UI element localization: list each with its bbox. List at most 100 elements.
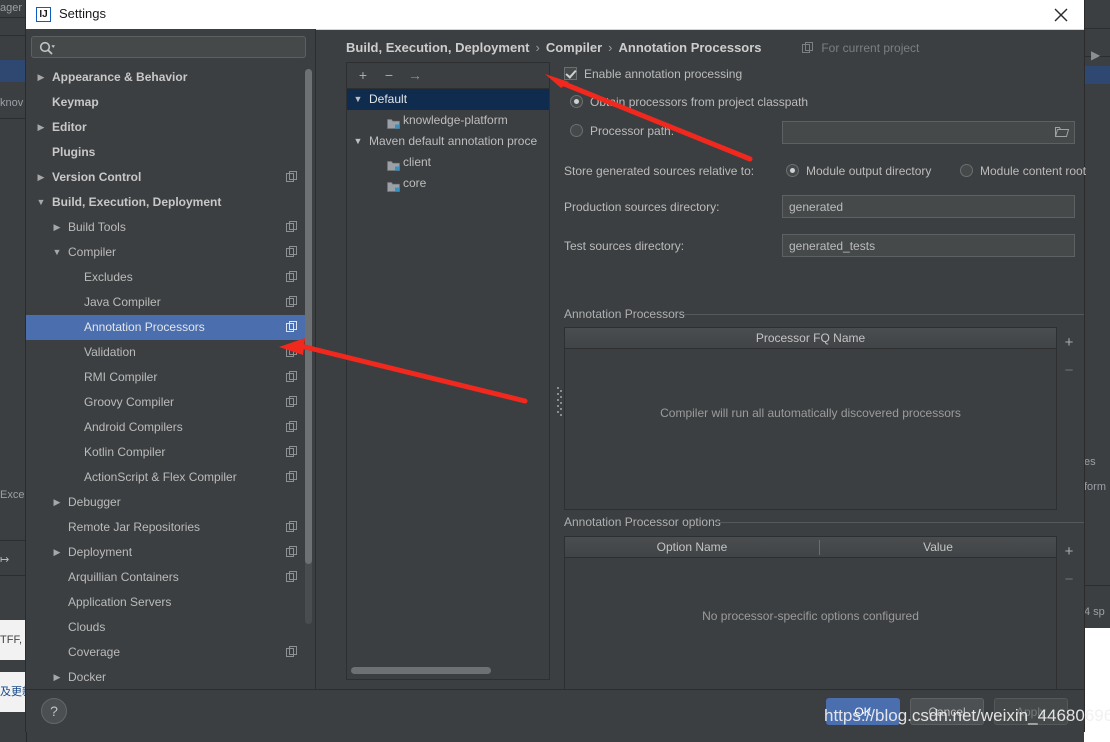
sidebar-item-label: Remote Jar Repositories [68,520,201,534]
chevron-down-icon[interactable]: ▼ [351,131,365,152]
sidebar-item-clouds[interactable]: Clouds [26,615,309,640]
module-output-directory-row[interactable]: Module output directory [786,164,931,178]
sidebar-item-build-tools[interactable]: ▶ Build Tools [26,215,309,240]
option-name-column-header[interactable]: Option Name [565,537,819,557]
sidebar-item-compiler[interactable]: ▼ Compiler [26,240,309,265]
chevron-right-icon[interactable]: ▶ [50,215,64,240]
search-box[interactable] [31,36,306,59]
profile-node-core[interactable]: core [347,173,549,194]
remove-processor-button[interactable]: − [1058,360,1080,382]
chevron-right-icon[interactable]: ▶ [34,165,48,190]
sidebar-item-annotation-processors[interactable]: Annotation Processors [26,315,309,340]
sidebar-item-editor[interactable]: ▶ Editor [26,115,309,140]
sidebar-item-application-servers[interactable]: Application Servers [26,590,309,615]
dialog-body: ▶ Appearance & Behavior Keymap ▶ Editor Plugi… [26,29,1086,696]
dialog-title-bar: IJ Settings [26,0,1084,30]
chevron-down-icon[interactable]: ▼ [351,89,365,110]
folder-browse-icon[interactable] [1054,126,1070,141]
breadcrumb-part: Annotation Processors [618,40,762,55]
sidebar-item-plugins[interactable]: Plugins [26,140,309,165]
sidebar-item-remote-jar-repositories[interactable]: Remote Jar Repositories [26,515,309,540]
obtain-from-classpath-row[interactable]: Obtain processors from project classpath [570,95,808,109]
breadcrumb-part[interactable]: Build, Execution, Deployment [346,40,529,55]
processor-path-row[interactable]: Processor path: [570,124,674,138]
profile-node-maven-default-annotation-proce[interactable]: ▼ Maven default annotation proce [347,131,549,152]
help-button[interactable]: ? [41,698,67,724]
profile-node-default[interactable]: ▼ Default [347,89,549,110]
nav-scrollbar[interactable] [305,69,312,624]
chevron-down-icon[interactable]: ▼ [34,190,48,215]
chevron-right-icon[interactable]: ▶ [50,490,64,515]
processor-path-input[interactable] [783,122,1074,143]
sidebar-item-appearance-behavior[interactable]: ▶ Appearance & Behavior [26,65,309,90]
sidebar-item-build-execution-deployment[interactable]: ▼ Build, Execution, Deployment [26,190,309,215]
module-content-root-radio[interactable] [960,164,973,177]
splitter-handle-icon [557,387,562,424]
sidebar-item-label: Build, Execution, Deployment [52,195,222,209]
sidebar-item-deployment[interactable]: ▶ Deployment [26,540,309,565]
production-sources-input[interactable] [783,196,1074,217]
sidebar-item-kotlin-compiler[interactable]: Kotlin Compiler [26,440,309,465]
remove-profile-button[interactable]: − [379,66,399,85]
close-icon[interactable] [1038,0,1084,29]
add-profile-button[interactable]: + [353,66,373,85]
sidebar-item-actionscript-flex-compiler[interactable]: ActionScript & Flex Compiler [26,465,309,490]
profiles-tree[interactable]: ▼ Default knowledge-platform ▼ Maven default… [347,89,549,654]
sidebar-item-label: Version Control [52,170,142,184]
sidebar-item-java-compiler[interactable]: Java Compiler [26,290,309,315]
enable-annotation-processing-row[interactable]: Enable annotation processing [564,67,742,81]
enable-annotation-processing-checkbox[interactable] [564,67,577,80]
processors-group-title: Annotation Processors [564,307,692,321]
production-sources-field[interactable] [782,195,1075,218]
profile-node-client[interactable]: client [347,152,549,173]
sidebar-item-arquillian-containers[interactable]: Arquillian Containers [26,565,309,590]
profile-node-label: core [403,176,427,190]
profiles-toolbar: + − → [347,63,549,89]
processor-path-radio[interactable] [570,124,583,137]
bg-left-fragment: TFF, [0,620,26,660]
add-option-button[interactable]: + [1058,541,1080,563]
profiles-scrollbar-thumb[interactable] [351,667,491,674]
sidebar-item-docker[interactable]: ▶ Docker [26,665,309,689]
sidebar-item-groovy-compiler[interactable]: Groovy Compiler [26,390,309,415]
chevron-right-icon[interactable]: ▶ [50,540,64,565]
chevron-right-icon[interactable]: ▶ [50,665,64,689]
panel-splitter[interactable] [554,29,564,647]
option-value-column-header[interactable]: Value [820,537,1056,557]
test-sources-field[interactable] [782,234,1075,257]
profile-node-knowledge-platform[interactable]: knowledge-platform [347,110,549,131]
chevron-right-icon[interactable]: ▶ [34,115,48,140]
chevron-down-icon[interactable]: ▼ [50,240,64,265]
copy-config-icon [286,540,297,565]
sidebar-item-debugger[interactable]: ▶ Debugger [26,490,309,515]
processors-table[interactable]: Processor FQ Name Compiler will run all … [564,327,1057,510]
sidebar-item-android-compilers[interactable]: Android Compilers [26,415,309,440]
sidebar-item-version-control[interactable]: ▶ Version Control [26,165,309,190]
sidebar-item-excludes[interactable]: Excludes [26,265,309,290]
obtain-from-classpath-radio[interactable] [570,95,583,108]
processors-column-header[interactable]: Processor FQ Name [565,328,1056,348]
profiles-horizontal-scrollbar[interactable] [351,667,545,674]
processor-path-field[interactable] [782,121,1075,144]
sidebar-item-rmi-compiler[interactable]: RMI Compiler [26,365,309,390]
sidebar-item-keymap[interactable]: Keymap [26,90,309,115]
options-table[interactable]: Option Name Value No processor-specific … [564,536,1057,696]
bg-right-fragment: es [1084,456,1096,468]
search-input[interactable] [62,37,306,59]
test-sources-input[interactable] [783,235,1074,256]
remove-option-button[interactable]: − [1058,569,1080,591]
sidebar-item-label: Build Tools [68,220,126,234]
sidebar-item-label: Plugins [52,145,96,159]
chevron-right-icon[interactable]: ▶ [34,65,48,90]
sidebar-item-coverage[interactable]: Coverage [26,640,309,665]
sidebar-item-validation[interactable]: Validation [26,340,309,365]
move-to-profile-button[interactable]: → [405,66,425,85]
settings-tree[interactable]: ▶ Appearance & Behavior Keymap ▶ Editor Plugi… [26,65,309,689]
bg-left-fragment: 及更新 [0,672,26,712]
module-output-directory-radio[interactable] [786,164,799,177]
sidebar-item-label: Arquillian Containers [68,570,179,584]
module-content-root-row[interactable]: Module content root [960,164,1086,178]
nav-scrollbar-thumb[interactable] [305,69,312,564]
options-empty-message: No processor-specific options configured [702,609,919,623]
add-processor-button[interactable]: + [1058,332,1080,354]
